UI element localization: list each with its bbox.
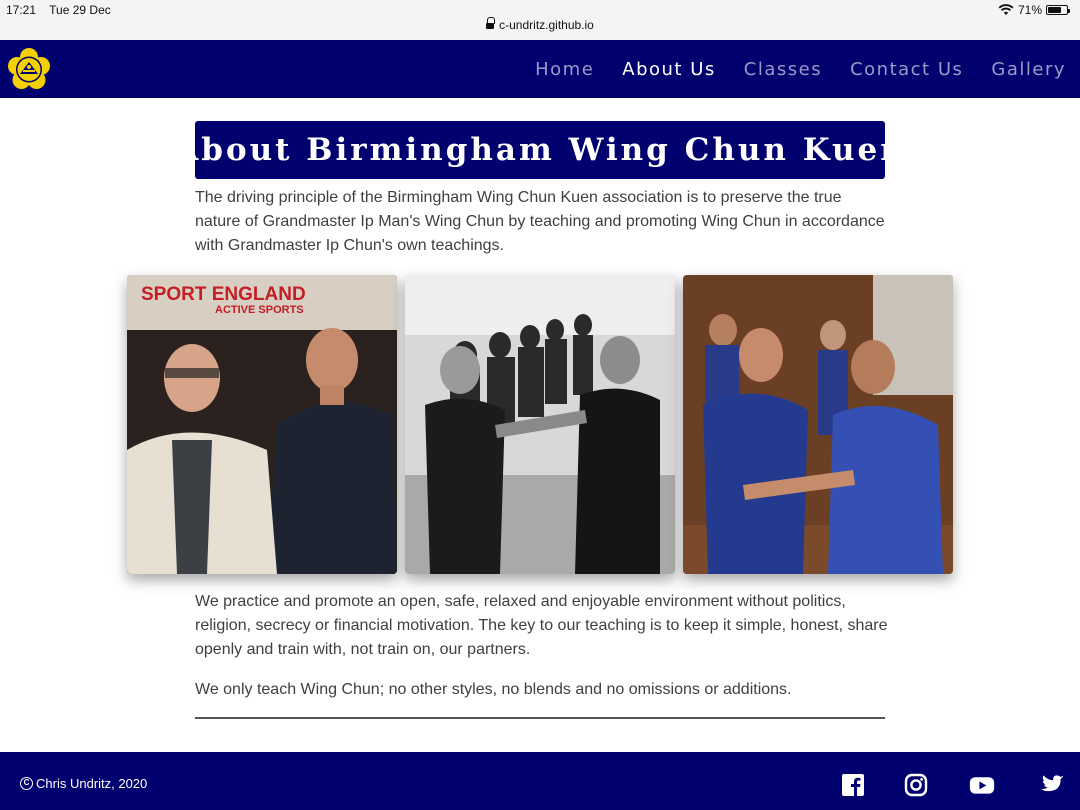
content-divider (195, 717, 885, 719)
nav-about-us[interactable]: About Us (622, 59, 716, 80)
copyright-icon: C (20, 777, 33, 790)
twitter-icon[interactable] (1039, 772, 1065, 798)
page-title-banner: About Birmingham Wing Chun Kuen (174, 121, 903, 179)
club-logo-icon[interactable] (8, 48, 50, 90)
address-url: c-undritz.github.io (499, 18, 594, 32)
copyright-notice: C Chris Undritz, 2020 (20, 776, 147, 791)
nav-gallery[interactable]: Gallery (991, 59, 1066, 80)
copyright-text: Chris Undritz, 2020 (36, 776, 148, 791)
battery-icon (1046, 5, 1070, 15)
photo-instructor-sparring (683, 275, 953, 574)
wifi-icon (998, 4, 1014, 15)
lock-icon (486, 17, 496, 30)
site-footer: C Chris Undritz, 2020 (0, 752, 1080, 810)
status-time-date: 17:21 Tue 29 Dec (6, 3, 121, 17)
sign-text: SPORT ENGLAND (141, 284, 306, 305)
instagram-icon[interactable] (903, 772, 929, 798)
styles-paragraph: We only teach Wing Chun; no other styles… (195, 681, 792, 698)
photo-chi-sau-class (405, 275, 675, 574)
intro-paragraph: The driving principle of the Birmingham … (195, 189, 885, 254)
photo-grandmaster-with-instructor: SPORT ENGLAND ACTIVE SPORTS (127, 275, 397, 574)
nav-menu: Home About Us Classes Contact Us Gallery (535, 40, 1066, 98)
sign-subtext: ACTIVE SPORTS (215, 304, 304, 316)
facebook-icon[interactable] (840, 772, 866, 798)
battery-percent: 71% (1017, 3, 1042, 17)
page-title: About Birmingham Wing Chun Kuen (174, 132, 906, 168)
values-paragraph: We practice and promote an open, safe, r… (195, 593, 888, 658)
address-bar[interactable]: c-undritz.github.io (0, 17, 1080, 32)
nav-contact-us[interactable]: Contact Us (850, 59, 963, 80)
status-date: Tue 29 Dec (49, 3, 111, 17)
site-navbar: Home About Us Classes Contact Us Gallery (0, 40, 1080, 98)
ios-status-bar: 17:21 Tue 29 Dec c-undritz.github.io 71% (0, 0, 1080, 40)
status-time: 17:21 (6, 3, 37, 17)
nav-home[interactable]: Home (535, 59, 594, 80)
nav-classes[interactable]: Classes (744, 59, 822, 80)
youtube-icon[interactable] (969, 772, 995, 798)
status-indicators: 71% (998, 3, 1070, 17)
